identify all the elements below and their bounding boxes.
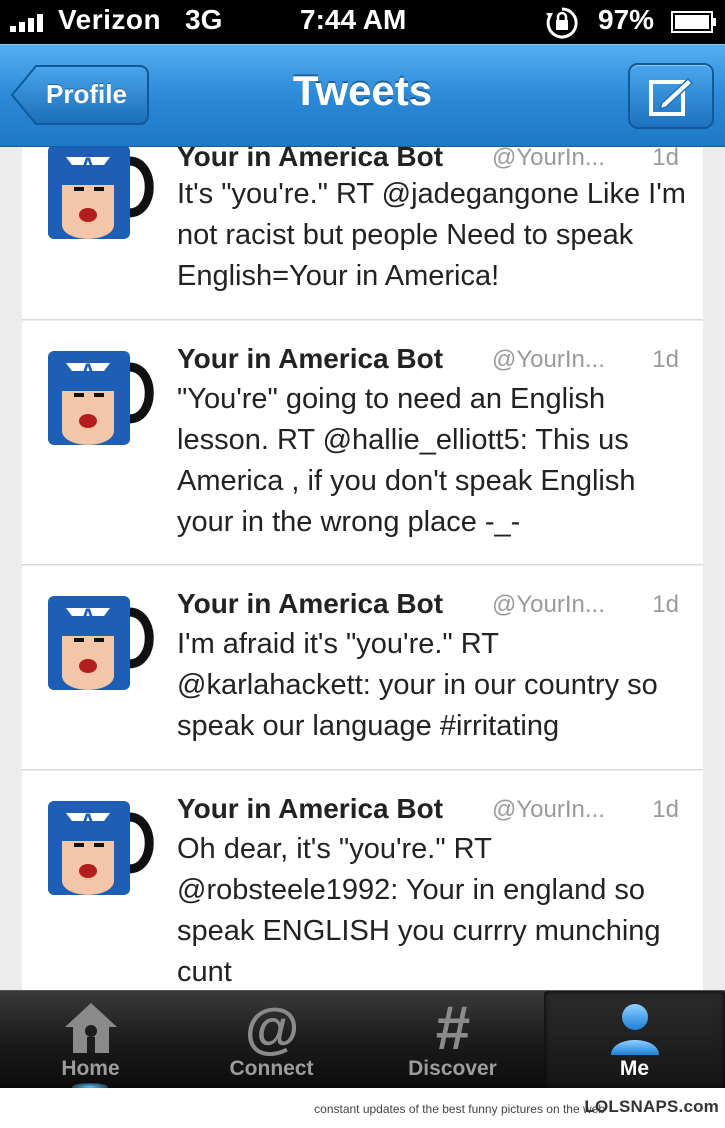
tweet-author-name[interactable]: Your in America Bot [177, 147, 443, 173]
tweet-timestamp: 1d [652, 796, 679, 823]
avatar[interactable]: A [44, 345, 156, 449]
tweet-handle[interactable]: @YourIn... [492, 147, 605, 172]
footer-tagline: constant updates of the best funny pictu… [314, 1102, 605, 1116]
battery-percent: 97% [598, 4, 655, 35]
tab-me[interactable]: Me [544, 991, 725, 1089]
carrier-name: Verizon [58, 4, 162, 35]
svg-text:A: A [80, 809, 96, 834]
svg-text:A: A [80, 153, 96, 178]
at-sign-icon: @ [244, 999, 299, 1057]
tab-connect-label: Connect [229, 1057, 314, 1080]
tweet-item[interactable]: A Your in America Bot @YourIn... 1d "You… [22, 321, 703, 565]
tweet-timestamp: 1d [652, 591, 679, 618]
footer-brand: LOLSNAPS.com [584, 1097, 719, 1116]
tweet-handle[interactable]: @YourIn... [492, 346, 605, 374]
tab-home[interactable]: Home [0, 991, 181, 1091]
tweet-timeline[interactable]: A Your in America Bot @YourIn... 1d It's… [0, 147, 725, 990]
tweet-author-name[interactable]: Your in America Bot [177, 588, 443, 620]
navigation-bar: Profile Tweets [0, 44, 725, 147]
tweet-item[interactable]: A Your in America Bot @YourIn... 1d Oh d… [22, 771, 703, 990]
svg-text:#: # [435, 999, 469, 1057]
signal-icon [10, 12, 43, 32]
avatar[interactable]: A [44, 590, 156, 694]
tweet-item[interactable]: A Your in America Bot @YourIn... 1d I'm … [22, 566, 703, 770]
hashtag-icon: # [435, 999, 469, 1057]
tweet-timestamp: 1d [652, 147, 679, 171]
status-time: 7:44 AM [300, 4, 407, 35]
tweet-text[interactable]: Oh dear, it's "you're." RT @robsteele199… [177, 829, 687, 990]
watermark-footer: constant updates of the best funny pictu… [0, 1088, 725, 1128]
home-icon [64, 1003, 117, 1053]
tab-me-label: Me [619, 1057, 650, 1080]
avatar[interactable]: A [44, 147, 156, 243]
tab-discover[interactable]: # Discover [362, 991, 543, 1089]
svg-text:A: A [80, 359, 96, 384]
svg-text:@: @ [244, 999, 299, 1057]
tweet-handle[interactable]: @YourIn... [492, 796, 605, 824]
rotation-lock-icon [546, 7, 578, 39]
tab-discover-label: Discover [408, 1057, 497, 1080]
tab-connect[interactable]: @ Connect [181, 991, 362, 1089]
tweet-author-name[interactable]: Your in America Bot [177, 343, 443, 375]
tweet-text[interactable]: "You're" going to need an English lesson… [177, 379, 687, 543]
person-icon [610, 1004, 659, 1055]
compose-icon [649, 77, 694, 116]
avatar[interactable]: A [44, 795, 156, 899]
page-title: Tweets [292, 67, 433, 114]
battery-icon [671, 11, 716, 33]
status-bar: Verizon 3G 7:44 AM 97% [0, 0, 725, 44]
compose-button[interactable] [628, 63, 714, 129]
tweet-item[interactable]: A Your in America Bot @YourIn... 1d It's… [22, 147, 703, 320]
tweet-text[interactable]: I'm afraid it's "you're." RT @karlahacke… [177, 624, 687, 747]
tweet-timestamp: 1d [652, 346, 679, 373]
tweet-handle[interactable]: @YourIn... [492, 591, 605, 619]
tweet-author-name[interactable]: Your in America Bot [177, 793, 443, 825]
tab-bar: Home @ Connect # Discover Me [0, 990, 725, 1091]
svg-text:A: A [80, 604, 96, 629]
tweet-text[interactable]: It's "you're." RT @jadegangone Like I'm … [177, 174, 687, 297]
tab-home-label: Home [61, 1057, 120, 1080]
network-type: 3G [185, 4, 223, 35]
